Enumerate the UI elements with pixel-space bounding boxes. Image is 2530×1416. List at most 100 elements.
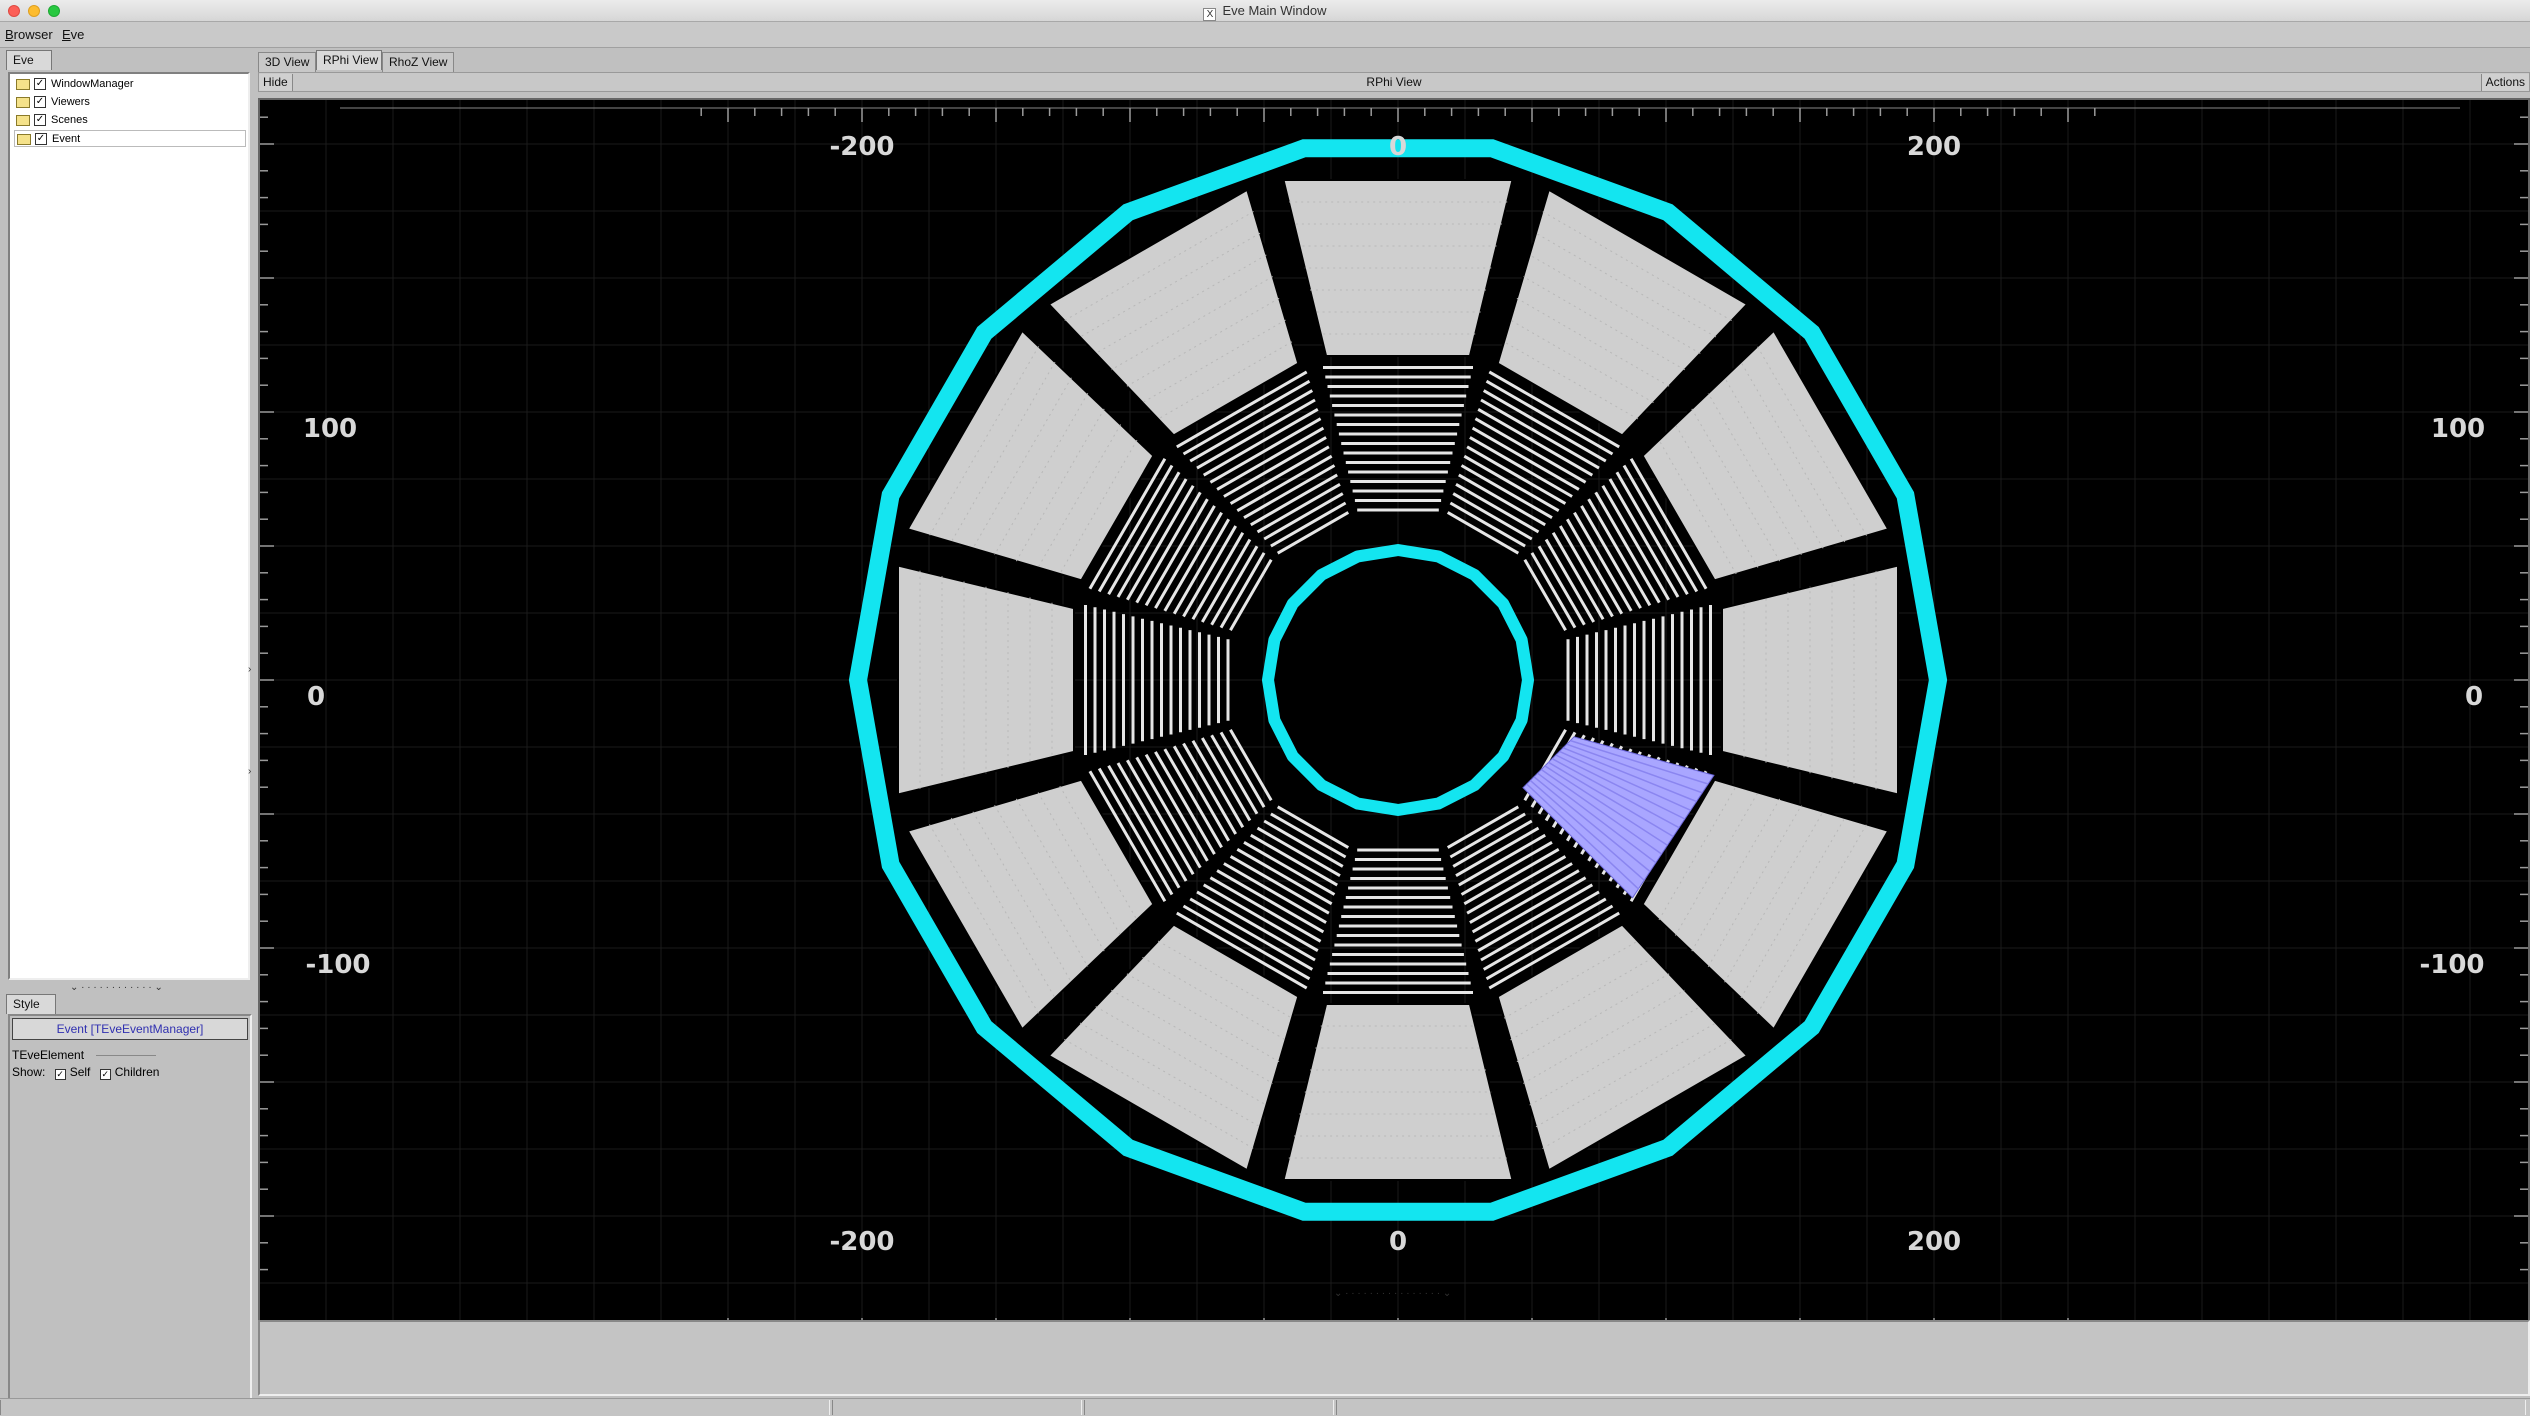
tracker-layer xyxy=(1573,511,1633,612)
status-cell xyxy=(1336,1400,2526,1415)
menu-eve-label: ve xyxy=(70,27,85,42)
vertical-splitter-icon[interactable]: › xyxy=(248,766,251,777)
detector-geometry xyxy=(848,139,1948,1221)
tracker-layer xyxy=(1449,501,1526,548)
tracker-layer xyxy=(1523,558,1567,632)
tracker-layer xyxy=(1229,445,1330,505)
tracker-layer xyxy=(1276,511,1350,555)
x-label-top-center: 0 xyxy=(1389,132,1407,162)
teve-element-label: TEveElement xyxy=(12,1048,85,1062)
x-label-bottom-right: 200 xyxy=(1907,1227,1961,1257)
y-label-left-minus100: -100 xyxy=(305,950,370,980)
tracker-layer xyxy=(1270,812,1347,859)
menu-eve[interactable]: Eve xyxy=(62,27,84,42)
tracker-layer xyxy=(1243,464,1336,519)
checkbox-checked-icon[interactable]: ✓ xyxy=(34,114,46,126)
tracker-layer xyxy=(1172,518,1230,615)
eve-main-window: X Eve Main Window Browser Eve Eve ✓ Windo… xyxy=(0,0,2530,1416)
checkbox-checked-icon[interactable]: ✓ xyxy=(34,96,46,108)
hide-button[interactable]: Hide xyxy=(259,74,293,91)
folder-icon xyxy=(16,97,30,108)
show-label: Show: xyxy=(12,1065,46,1079)
show-row: Show: ✓ Self ✓ Children xyxy=(12,1065,159,1080)
tracker-layer xyxy=(1182,525,1237,618)
tree-item-label: Scenes xyxy=(51,114,88,126)
view-area: 3D View RPhi View RhoZ View RPhi View Hi… xyxy=(254,50,2530,1396)
tab-style[interactable]: Style xyxy=(6,994,56,1014)
tracker-layer xyxy=(1219,731,1266,808)
status-bar xyxy=(0,1398,2530,1416)
status-cell xyxy=(0,1400,830,1415)
vertical-splitter-icon[interactable]: › xyxy=(248,664,251,675)
actions-button[interactable]: Actions xyxy=(2480,74,2529,91)
tracker-layer xyxy=(1219,552,1266,629)
inner-ring xyxy=(1262,544,1534,816)
checkbox-checked-icon[interactable]: ✓ xyxy=(34,78,46,90)
title-bar: X Eve Main Window xyxy=(0,0,2530,22)
x-label-top-right: 200 xyxy=(1907,132,1961,162)
x-label-top-left: -200 xyxy=(829,132,894,162)
y-label-right-100: 100 xyxy=(2431,414,2485,444)
menu-browser[interactable]: Browser xyxy=(5,27,53,42)
tab-3d-view[interactable]: 3D View xyxy=(258,52,316,72)
tree-item-label: WindowManager xyxy=(51,78,134,90)
checkbox-checked-icon[interactable]: ✓ xyxy=(35,133,47,145)
folder-icon xyxy=(16,115,30,126)
window-title: X Eve Main Window xyxy=(0,3,2530,21)
tracker-layer xyxy=(1276,805,1350,849)
tracker-layer xyxy=(1236,454,1333,512)
y-label-left-100: 100 xyxy=(303,414,357,444)
tracker-layer xyxy=(1466,855,1567,915)
self-checkbox[interactable]: ✓ xyxy=(54,1069,66,1080)
tree-item-event[interactable]: ✓ Event xyxy=(14,130,246,147)
tree-item-label: Viewers xyxy=(51,96,90,108)
tracker-layer xyxy=(1243,841,1336,896)
menu-browser-label: rowser xyxy=(13,27,53,42)
tracker-layer xyxy=(1229,558,1273,632)
tracker-layer xyxy=(1463,848,1560,906)
list-tree[interactable]: ✓ WindowManager ✓ Viewers ✓ Scenes ✓ Eve… xyxy=(8,72,250,980)
tree-item-windowmanager[interactable]: ✓ WindowManager xyxy=(14,76,246,93)
gl-viewer-canvas[interactable]: -200 0 200 -200 0 200 100 0 -100 100 0 -… xyxy=(258,98,2530,1342)
event-manager-button[interactable]: Event [TEveEventManager] xyxy=(12,1018,248,1040)
tracker-layer xyxy=(1446,805,1520,849)
tracker-layer xyxy=(1229,855,1330,915)
horizontal-splitter-icon[interactable]: ⌄ · · · · · · · · · · · · · · · · ⌄ xyxy=(1334,1288,1451,1299)
tracker-layer xyxy=(1182,742,1237,835)
section-divider xyxy=(96,1055,156,1056)
rphi-projection: -200 0 200 -200 0 200 100 0 -100 100 0 -… xyxy=(260,100,2528,1340)
tab-eve[interactable]: Eve xyxy=(6,50,52,70)
view-header: RPhi View Hide Actions xyxy=(258,72,2530,92)
x-label-bottom-left: -200 xyxy=(829,1227,894,1257)
tracker-layer xyxy=(1463,454,1560,512)
view-title: RPhi View xyxy=(1366,75,1422,89)
tracker-layer xyxy=(1559,525,1614,618)
window-title-text: Eve Main Window xyxy=(1222,3,1327,18)
tracker-layer xyxy=(1172,745,1230,842)
tab-rhoz-view[interactable]: RhoZ View xyxy=(382,52,454,72)
tracker-layer xyxy=(1566,518,1624,615)
tree-item-viewers[interactable]: ✓ Viewers xyxy=(14,94,246,111)
self-label: Self xyxy=(69,1065,91,1079)
splitter-handle-icon[interactable]: ⌄ · · · · · · · · · · · · ⌄ xyxy=(70,982,163,993)
y-label-left-0: 0 xyxy=(307,682,325,712)
tracker-layer xyxy=(1449,812,1526,859)
folder-icon xyxy=(17,134,31,145)
tracker-layer xyxy=(1236,848,1333,906)
menu-eve-mnemonic: E xyxy=(62,27,71,42)
children-checkbox[interactable]: ✓ xyxy=(99,1069,111,1080)
tab-rphi-view[interactable]: RPhi View xyxy=(316,50,382,70)
tracker-layer xyxy=(1530,552,1577,629)
status-cell xyxy=(1084,1400,1334,1415)
y-label-right-0: 0 xyxy=(2465,682,2483,712)
tracker-layer xyxy=(1446,511,1520,555)
tracker-layer xyxy=(1270,501,1347,548)
tracker-layer xyxy=(1460,464,1553,519)
bottom-panel xyxy=(258,1320,2530,1396)
tree-item-scenes[interactable]: ✓ Scenes xyxy=(14,112,246,129)
tree-item-label: Event xyxy=(52,133,81,145)
x-label-bottom-center: 0 xyxy=(1389,1227,1407,1257)
left-panel: Eve ✓ WindowManager ✓ Viewers ✓ Scenes ✓… xyxy=(4,50,252,1416)
x11-icon: X xyxy=(1203,8,1217,21)
children-label: Children xyxy=(114,1065,160,1079)
